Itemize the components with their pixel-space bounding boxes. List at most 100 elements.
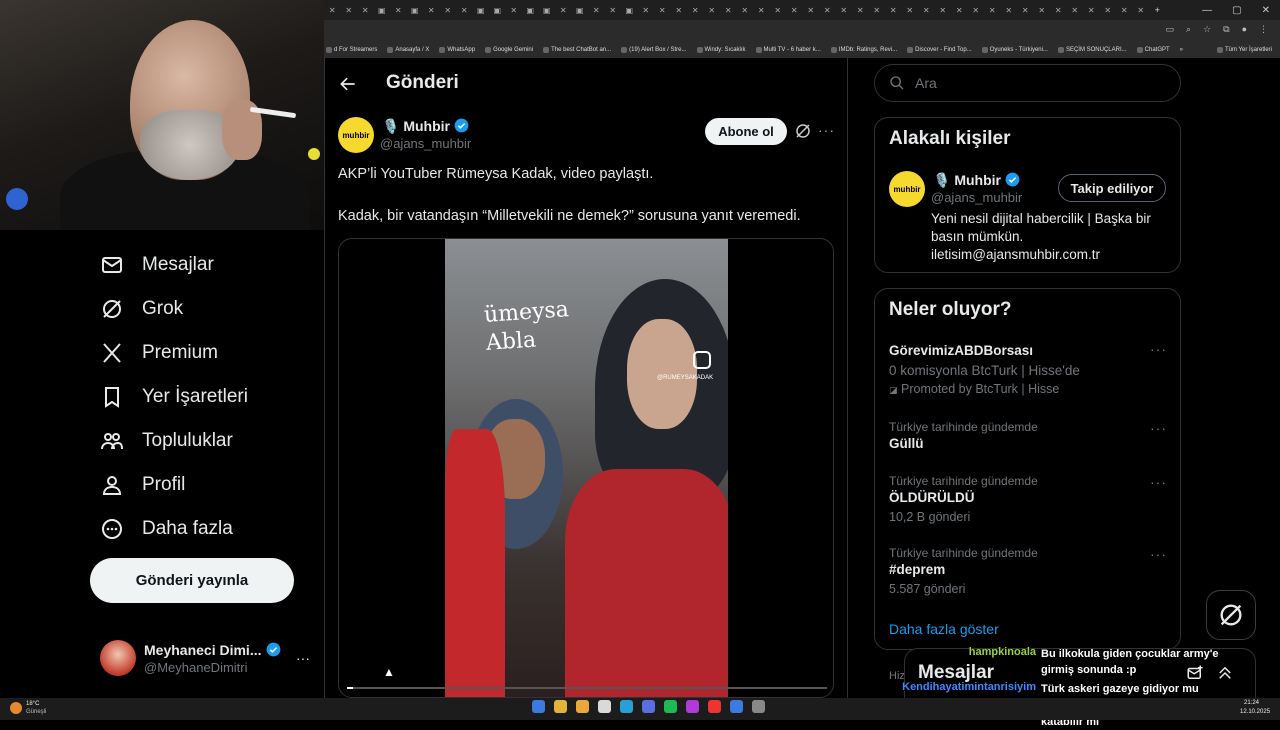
bookmark-item[interactable]: Anasayfa / X: [387, 47, 429, 53]
related-name-row[interactable]: 🎙️ Muhbir: [933, 172, 1020, 189]
tab-close-icon[interactable]: ✕: [708, 6, 715, 15]
tab-close-icon[interactable]: ✕: [428, 6, 435, 15]
nav-item-yer-i̇şaretleri[interactable]: Yer İşaretleri: [100, 375, 248, 419]
profile-icon[interactable]: ●: [1242, 24, 1247, 35]
author-handle[interactable]: @ajans_muhbir: [380, 136, 471, 151]
nav-item-mesajlar[interactable]: Mesajlar: [100, 243, 214, 287]
bookmark-item[interactable]: Discover - Find Top...: [907, 47, 972, 53]
browser-tab[interactable]: ✕: [951, 3, 968, 17]
tab-close-icon[interactable]: ✕: [1088, 6, 1095, 15]
browser-tab[interactable]: ✕: [1100, 3, 1117, 17]
tab-close-icon[interactable]: ✕: [1038, 6, 1045, 15]
bookmark-item[interactable]: Multi TV - 6 haber k...: [755, 47, 821, 53]
browser-tab[interactable]: ✕: [786, 3, 803, 17]
browser-tab[interactable]: ✕: [720, 3, 737, 17]
browser-tab[interactable]: ✕: [803, 3, 820, 17]
tab-close-icon[interactable]: ✕: [1121, 6, 1128, 15]
browser-tab[interactable]: ✕: [588, 3, 605, 17]
browser-tab[interactable]: ✕: [1001, 3, 1018, 17]
tab-close-icon[interactable]: ▣: [543, 6, 551, 15]
browser-tab[interactable]: ✕: [918, 3, 935, 17]
bookmark-item[interactable]: SEÇİM SONUÇLARI...: [1057, 47, 1127, 53]
tab-close-icon[interactable]: ✕: [906, 6, 913, 15]
browser-tab[interactable]: ▣: [522, 3, 539, 17]
nav-item-grok[interactable]: Grok: [100, 287, 183, 331]
tab-close-icon[interactable]: ✕: [609, 6, 616, 15]
bookmark-item[interactable]: Google Gemini: [485, 47, 533, 53]
post-button[interactable]: Gönderi yayınla: [90, 558, 294, 603]
search-input[interactable]: [915, 75, 1155, 91]
browser-tab[interactable]: ✕: [654, 3, 671, 17]
trend-more-icon[interactable]: ···: [1150, 474, 1167, 490]
taskbar-app-icon[interactable]: [708, 700, 721, 713]
new-tab-button[interactable]: +: [1149, 3, 1166, 17]
trend-name[interactable]: #deprem: [889, 562, 945, 577]
tab-close-icon[interactable]: ✕: [362, 6, 369, 15]
browser-tab[interactable]: ✕: [1050, 3, 1067, 17]
tab-close-icon[interactable]: ✕: [659, 6, 666, 15]
bookmark-item[interactable]: IMDb: Ratings, Revi...: [830, 47, 897, 53]
browser-tab[interactable]: ✕: [968, 3, 985, 17]
bookmarks-overflow[interactable]: »: [1180, 47, 1183, 53]
browser-tab[interactable]: ✕: [1067, 3, 1084, 17]
tab-close-icon[interactable]: ▣: [625, 6, 633, 15]
back-arrow-icon[interactable]: [338, 74, 358, 94]
trend-more-icon[interactable]: ···: [1150, 341, 1167, 357]
browser-tab[interactable]: ✕: [819, 3, 836, 17]
browser-tab[interactable]: ✕: [341, 3, 358, 17]
account-more-icon[interactable]: ···: [296, 650, 310, 666]
tab-close-icon[interactable]: ✕: [791, 6, 798, 15]
browser-tab[interactable]: ✕: [423, 3, 440, 17]
tab-close-icon[interactable]: ✕: [461, 6, 468, 15]
video-progress-track[interactable]: [347, 687, 827, 689]
author-name-row[interactable]: 🎙️ Muhbir: [382, 118, 469, 135]
close-window-button[interactable]: ✕: [1262, 5, 1270, 16]
tab-close-icon[interactable]: ✕: [1005, 6, 1012, 15]
nav-item-daha-fazla[interactable]: Daha fazla: [100, 507, 233, 551]
trend-more-icon[interactable]: ···: [1150, 546, 1167, 562]
tab-close-icon[interactable]: ✕: [675, 6, 682, 15]
browser-tab[interactable]: ▣: [473, 3, 490, 17]
browser-tab[interactable]: ✕: [935, 3, 952, 17]
browser-tab[interactable]: ✕: [770, 3, 787, 17]
post-more-icon[interactable]: ···: [818, 122, 834, 140]
browser-tab[interactable]: ✕: [836, 3, 853, 17]
cast-icon[interactable]: ▭: [1165, 24, 1174, 35]
clock-time[interactable]: 21:24: [1244, 700, 1259, 706]
tab-close-icon[interactable]: ✕: [972, 6, 979, 15]
tab-close-icon[interactable]: ✕: [857, 6, 864, 15]
browser-tab[interactable]: ✕: [440, 3, 457, 17]
show-more-link[interactable]: Daha fazla göster: [889, 621, 999, 637]
tab-close-icon[interactable]: ✕: [1104, 6, 1111, 15]
browser-tab[interactable]: ▣: [489, 3, 506, 17]
search-box[interactable]: [874, 64, 1181, 102]
nav-item-premium[interactable]: Premium: [100, 331, 218, 375]
browser-tab[interactable]: ✕: [902, 3, 919, 17]
grok-icon[interactable]: [794, 122, 812, 140]
minimize-button[interactable]: —: [1202, 5, 1212, 16]
browser-tab[interactable]: ✕: [869, 3, 886, 17]
browser-tab[interactable]: ✕: [687, 3, 704, 17]
tab-close-icon[interactable]: ✕: [345, 6, 352, 15]
browser-tab[interactable]: ✕: [324, 3, 341, 17]
related-handle[interactable]: @ajans_muhbir: [931, 190, 1022, 205]
following-button[interactable]: Takip ediliyor: [1058, 174, 1166, 202]
tab-close-icon[interactable]: ▣: [378, 6, 386, 15]
tab-close-icon[interactable]: ✕: [758, 6, 765, 15]
taskbar-app-icon[interactable]: [642, 700, 655, 713]
tab-close-icon[interactable]: ✕: [1055, 6, 1062, 15]
trend-name[interactable]: ÖLDÜRÜLDÜ: [889, 490, 975, 505]
taskbar-app-icon[interactable]: [576, 700, 589, 713]
browser-tab[interactable]: ✕: [638, 3, 655, 17]
bookmark-item[interactable]: The best ChatBot an...: [543, 47, 611, 53]
tab-close-icon[interactable]: ✕: [890, 6, 897, 15]
extensions-icon[interactable]: ⧉: [1223, 24, 1229, 35]
browser-tab[interactable]: ✕: [506, 3, 523, 17]
browser-tab[interactable]: ▣: [572, 3, 589, 17]
tab-close-icon[interactable]: ✕: [1071, 6, 1078, 15]
browser-tab[interactable]: ✕: [852, 3, 869, 17]
tab-close-icon[interactable]: ✕: [395, 6, 402, 15]
tab-close-icon[interactable]: ✕: [807, 6, 814, 15]
tab-close-icon[interactable]: ▣: [493, 6, 501, 15]
nav-item-topluluklar[interactable]: Topluluklar: [100, 419, 233, 463]
